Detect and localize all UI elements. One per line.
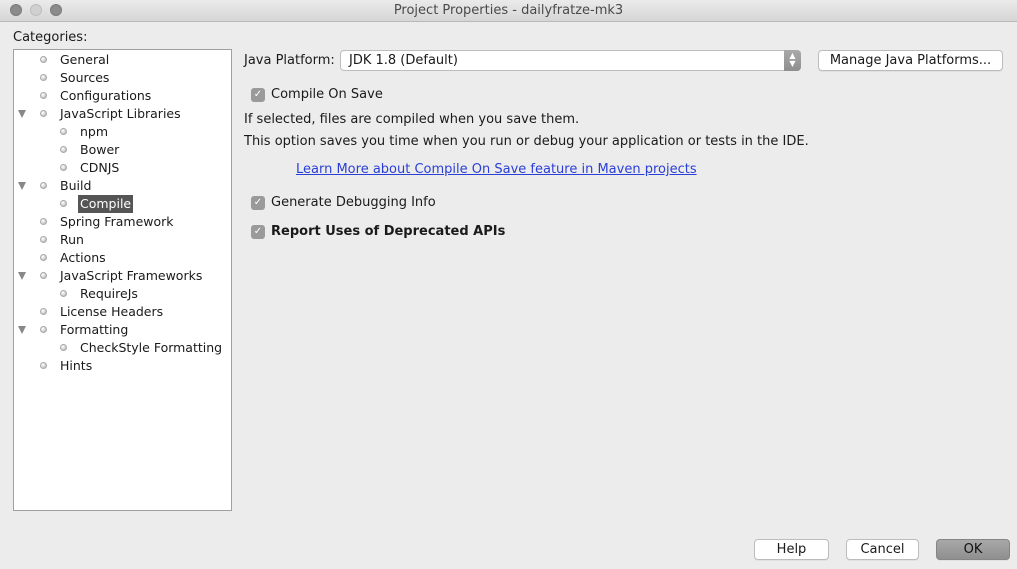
node-bullet-icon [40, 182, 47, 189]
node-bullet-icon [40, 236, 47, 243]
node-bullet-icon [60, 146, 67, 153]
node-bullet-icon [40, 110, 47, 117]
expand-toggle-icon[interactable] [18, 182, 26, 190]
node-bullet-icon [60, 164, 67, 171]
tree-item-label: Build [60, 178, 92, 193]
tree-item-npm[interactable]: npm [14, 123, 231, 141]
compile-on-save-description-2: This option saves you time when you run … [244, 134, 809, 149]
tree-item-label: Spring Framework [60, 214, 174, 229]
tree-item-sources[interactable]: Sources [14, 69, 231, 87]
tree-item-javascript-frameworks[interactable]: JavaScript Frameworks [14, 267, 231, 285]
node-bullet-icon [40, 218, 47, 225]
tree-item-label: npm [80, 124, 109, 139]
node-bullet-icon [40, 326, 47, 333]
expand-toggle-icon[interactable] [18, 110, 26, 118]
compile-on-save-label: Compile On Save [271, 87, 383, 102]
tree-item-cdnjs[interactable]: CDNJS [14, 159, 231, 177]
expand-toggle-icon[interactable] [18, 272, 26, 280]
tree-item-label: General [60, 52, 110, 67]
tree-item-label: CheckStyle Formatting [80, 340, 223, 355]
tree-item-general[interactable]: General [14, 51, 231, 69]
compile-on-save-checkbox[interactable]: ✓ [251, 88, 265, 102]
help-button[interactable]: Help [754, 539, 829, 560]
manage-java-platforms-button[interactable]: Manage Java Platforms... [818, 50, 1003, 71]
tree-item-javascript-libraries[interactable]: JavaScript Libraries [14, 105, 231, 123]
node-bullet-icon [60, 200, 67, 207]
tree-item-label: JavaScript Frameworks [60, 268, 203, 283]
node-bullet-icon [40, 272, 47, 279]
tree-item-configurations[interactable]: Configurations [14, 87, 231, 105]
node-bullet-icon [60, 344, 67, 351]
tree-item-label: Compile [78, 195, 134, 213]
node-bullet-icon [40, 92, 47, 99]
select-arrows-icon: ▲ ▼ [784, 50, 801, 71]
report-deprecated-apis-checkbox[interactable]: ✓ [251, 225, 265, 239]
tree-item-license-headers[interactable]: License Headers [14, 303, 231, 321]
tree-item-hints[interactable]: Hints [14, 357, 231, 375]
window-title: Project Properties - dailyfratze-mk3 [393, 3, 624, 18]
tree-item-run[interactable]: Run [14, 231, 231, 249]
node-bullet-icon [60, 290, 67, 297]
expand-toggle-icon[interactable] [18, 326, 26, 334]
node-bullet-icon [40, 362, 47, 369]
tree-item-build[interactable]: Build [14, 177, 231, 195]
tree-item-label: Bower [80, 142, 120, 157]
tree-item-label: Actions [60, 250, 106, 265]
tree-item-checkstyle-formatting[interactable]: CheckStyle Formatting [14, 339, 231, 357]
tree-item-label: JavaScript Libraries [60, 106, 181, 121]
tree-item-label: License Headers [60, 304, 164, 319]
tree-item-requirejs[interactable]: RequireJs [14, 285, 231, 303]
tree-item-label: Hints [60, 358, 93, 373]
node-bullet-icon [40, 74, 47, 81]
generate-debugging-info-label: Generate Debugging Info [271, 195, 436, 210]
compile-on-save-description-1: If selected, files are compiled when you… [244, 112, 580, 127]
java-platform-select[interactable]: JDK 1.8 (Default) ▲ ▼ [340, 50, 801, 71]
learn-more-link[interactable]: Learn More about Compile On Save feature… [296, 162, 697, 177]
report-deprecated-apis-label: Report Uses of Deprecated APIs [271, 224, 506, 239]
tree-item-label: Formatting [60, 322, 129, 337]
tree-item-spring-framework[interactable]: Spring Framework [14, 213, 231, 231]
node-bullet-icon [40, 254, 47, 261]
tree-item-bower[interactable]: Bower [14, 141, 231, 159]
categories-tree[interactable]: General Sources Configurations JavaScript L… [13, 49, 232, 511]
tree-item-formatting[interactable]: Formatting [14, 321, 231, 339]
java-platform-value: JDK 1.8 (Default) [349, 53, 458, 68]
node-bullet-icon [60, 128, 67, 135]
tree-item-compile[interactable]: Compile [14, 195, 231, 213]
tree-item-label: Run [60, 232, 84, 247]
cancel-button[interactable]: Cancel [846, 539, 919, 560]
tree-item-label: Sources [60, 70, 110, 85]
java-platform-label: Java Platform: [244, 53, 335, 68]
generate-debugging-info-checkbox[interactable]: ✓ [251, 196, 265, 210]
tree-item-label: CDNJS [80, 160, 120, 175]
node-bullet-icon [40, 308, 47, 315]
tree-item-actions[interactable]: Actions [14, 249, 231, 267]
ok-button[interactable]: OK [936, 539, 1010, 560]
title-bar: Project Properties - dailyfratze-mk3 [0, 0, 1017, 22]
categories-label: Categories: [13, 30, 88, 45]
tree-item-label: Configurations [60, 88, 152, 103]
node-bullet-icon [40, 56, 47, 63]
tree-item-label: RequireJs [80, 286, 138, 301]
